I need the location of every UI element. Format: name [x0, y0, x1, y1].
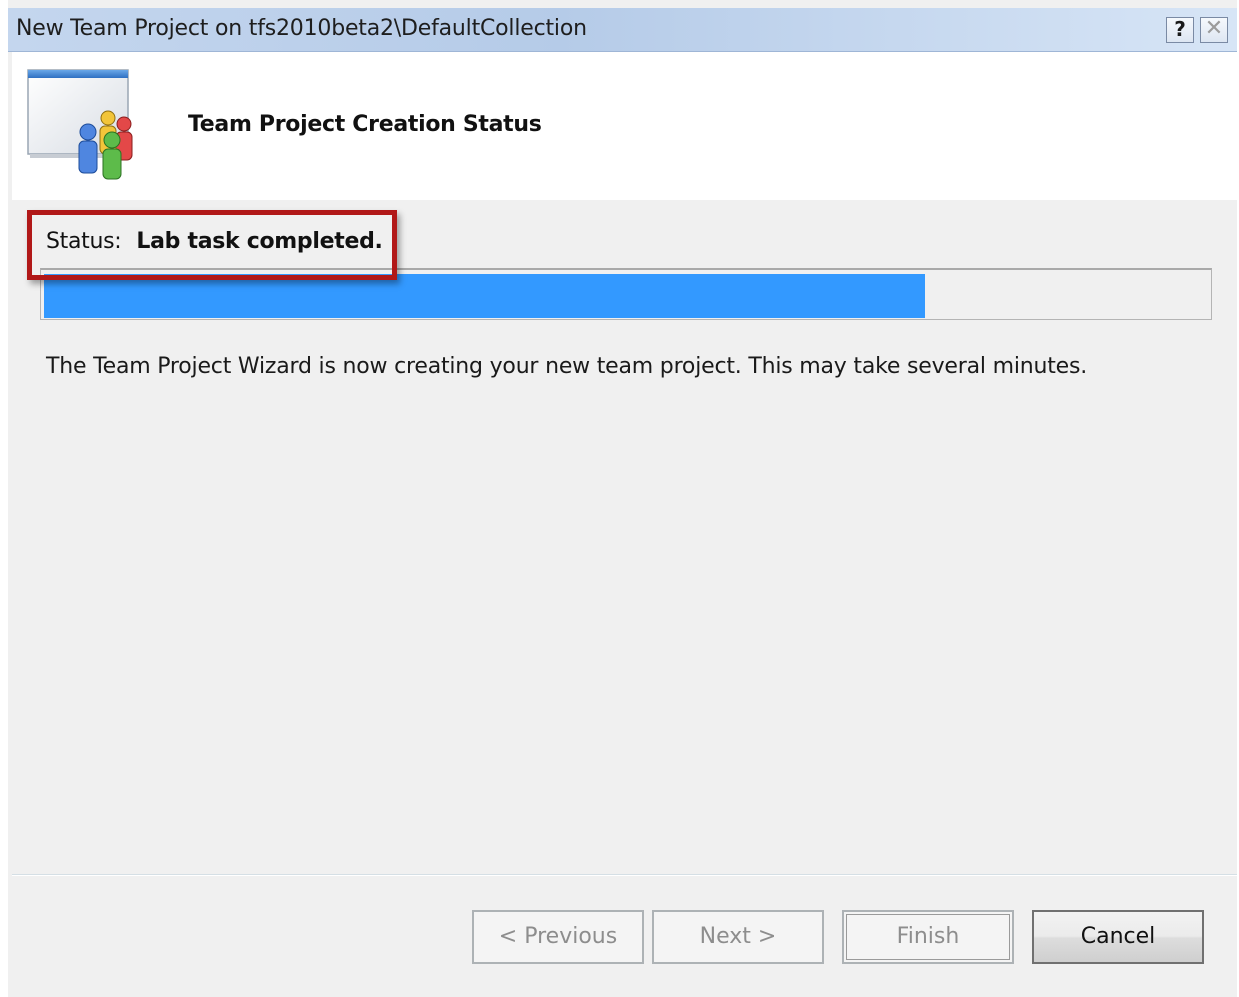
window-title: New Team Project on tfs2010beta2\Default… — [16, 16, 587, 41]
finish-button[interactable]: Finish — [842, 910, 1014, 964]
next-button[interactable]: Next > — [652, 910, 824, 964]
previous-button[interactable]: < Previous — [472, 910, 644, 964]
wizard-header: Team Project Creation Status — [12, 52, 1237, 200]
cancel-button[interactable]: Cancel — [1032, 910, 1204, 964]
help-button[interactable]: ? — [1166, 17, 1194, 43]
new-team-project-dialog: New Team Project on tfs2010beta2\Default… — [0, 0, 1239, 997]
wizard-message: The Team Project Wizard is now creating … — [46, 354, 1088, 379]
close-button[interactable]: ✕ — [1200, 17, 1228, 43]
title-bar[interactable]: New Team Project on tfs2010beta2\Default… — [8, 8, 1237, 52]
button-separator — [12, 874, 1237, 876]
progress-bar-fill — [44, 274, 925, 318]
team-project-icon — [26, 66, 142, 180]
page-title: Team Project Creation Status — [188, 112, 542, 137]
status-highlight-box — [27, 210, 397, 280]
